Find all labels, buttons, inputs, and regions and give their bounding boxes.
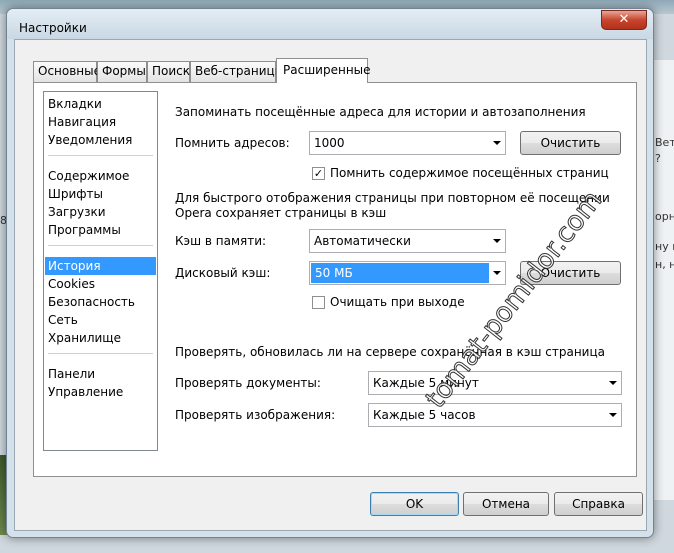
clear-on-exit-checkbox[interactable] xyxy=(312,296,325,309)
category-item-cookies[interactable]: Cookies xyxy=(45,275,156,293)
background-text: Ветъ xyxy=(655,136,674,149)
help-button[interactable]: Справка xyxy=(554,492,643,516)
category-item-tabs[interactable]: Вкладки xyxy=(45,95,156,113)
clear-history-button[interactable]: Очистить xyxy=(520,131,621,155)
title-bar[interactable]: Настройки ✕ xyxy=(7,9,653,39)
tab-web-pages[interactable]: Веб-страницы xyxy=(190,61,284,82)
clear-disk-cache-button[interactable]: Очистить xyxy=(520,261,621,285)
check-documents-value: Каждые 5 минут xyxy=(373,376,479,390)
cache-check-heading: Проверять, обновилась ли на сервере сохр… xyxy=(175,345,605,359)
category-item-management[interactable]: Управление xyxy=(45,383,156,401)
category-separator xyxy=(48,245,153,246)
close-icon: ✕ xyxy=(618,12,630,27)
disk-cache-label: Дисковый кэш: xyxy=(175,266,271,280)
category-item-storage[interactable]: Хранилище xyxy=(45,329,156,347)
category-item-security[interactable]: Безопасность xyxy=(45,293,156,311)
category-separator xyxy=(48,353,153,354)
window-title: Настройки xyxy=(19,21,87,35)
tab-general[interactable]: Основные xyxy=(33,61,101,82)
disk-cache-combo[interactable]: 50 МБ xyxy=(309,261,506,285)
background-text: ? xyxy=(655,152,661,165)
cancel-button[interactable]: Отмена xyxy=(463,492,549,516)
close-button[interactable]: ✕ xyxy=(601,10,647,30)
chevron-down-icon xyxy=(493,239,501,243)
category-item-network[interactable]: Сеть xyxy=(45,311,156,329)
check-documents-label: Проверять документы: xyxy=(175,376,321,390)
category-item-notifications[interactable]: Уведомления xyxy=(45,131,156,149)
category-item-programs[interactable]: Программы xyxy=(45,221,156,239)
category-item-content[interactable]: Содержимое xyxy=(45,167,156,185)
ok-button[interactable]: OK xyxy=(370,492,459,516)
memory-cache-combo[interactable]: Автоматически xyxy=(309,229,506,253)
background-text: орн xyxy=(655,210,674,223)
check-images-combo[interactable]: Каждые 5 часов xyxy=(368,403,622,427)
memory-cache-value: Автоматически xyxy=(314,234,411,248)
category-separator xyxy=(48,155,153,156)
check-images-label: Проверять изображения: xyxy=(175,408,336,422)
clear-on-exit-label: Очищать при выходе xyxy=(330,295,465,309)
cache-description-line2: Opera сохраняет страницы в кэш xyxy=(175,206,387,220)
chevron-down-icon xyxy=(493,271,501,275)
cache-description-line1: Для быстрого отображения страницы при по… xyxy=(175,191,610,205)
tab-forms[interactable]: Формы xyxy=(97,61,147,82)
settings-dialog: Настройки ✕ Основные Формы Поиск Веб-стр… xyxy=(6,8,654,538)
dialog-client-area: Основные Формы Поиск Веб-страницы Расшир… xyxy=(14,39,647,531)
remember-addresses-label: Помнить адресов: xyxy=(175,136,290,150)
background-text: ну к xyxy=(655,240,674,253)
remember-addresses-value: 1000 xyxy=(314,136,345,150)
background-page-fragment: Ветъ ? орн ну к н, на xyxy=(652,60,674,500)
remember-addresses-combo[interactable]: 1000 xyxy=(309,131,506,155)
chevron-down-icon xyxy=(493,141,501,145)
disk-cache-value: 50 МБ xyxy=(311,263,489,283)
chevron-down-icon xyxy=(609,413,617,417)
check-documents-combo[interactable]: Каждые 5 минут xyxy=(368,371,622,395)
memory-cache-label: Кэш в памяти: xyxy=(175,234,267,248)
remember-content-label: Помнить содержимое посещённых страниц xyxy=(330,166,609,180)
category-item-navigation[interactable]: Навигация xyxy=(45,113,156,131)
tab-search[interactable]: Поиск xyxy=(147,61,190,82)
category-item-downloads[interactable]: Загрузки xyxy=(45,203,156,221)
category-item-history[interactable]: История xyxy=(45,257,156,275)
checkmark-icon: ✓ xyxy=(313,167,324,180)
background-text: н, на xyxy=(655,258,674,271)
remember-content-checkbox[interactable]: ✓ xyxy=(312,167,325,180)
chevron-down-icon xyxy=(609,381,617,385)
category-item-panels[interactable]: Панели xyxy=(45,365,156,383)
category-item-fonts[interactable]: Шрифты xyxy=(45,185,156,203)
category-list[interactable]: Вкладки Навигация Уведомления Содержимое… xyxy=(43,91,158,451)
tab-advanced[interactable]: Расширенные xyxy=(276,58,371,83)
tab-panel-advanced: Вкладки Навигация Уведомления Содержимое… xyxy=(33,82,637,477)
history-section-heading: Запоминать посещённые адреса для истории… xyxy=(175,105,586,119)
check-images-value: Каждые 5 часов xyxy=(373,408,476,422)
